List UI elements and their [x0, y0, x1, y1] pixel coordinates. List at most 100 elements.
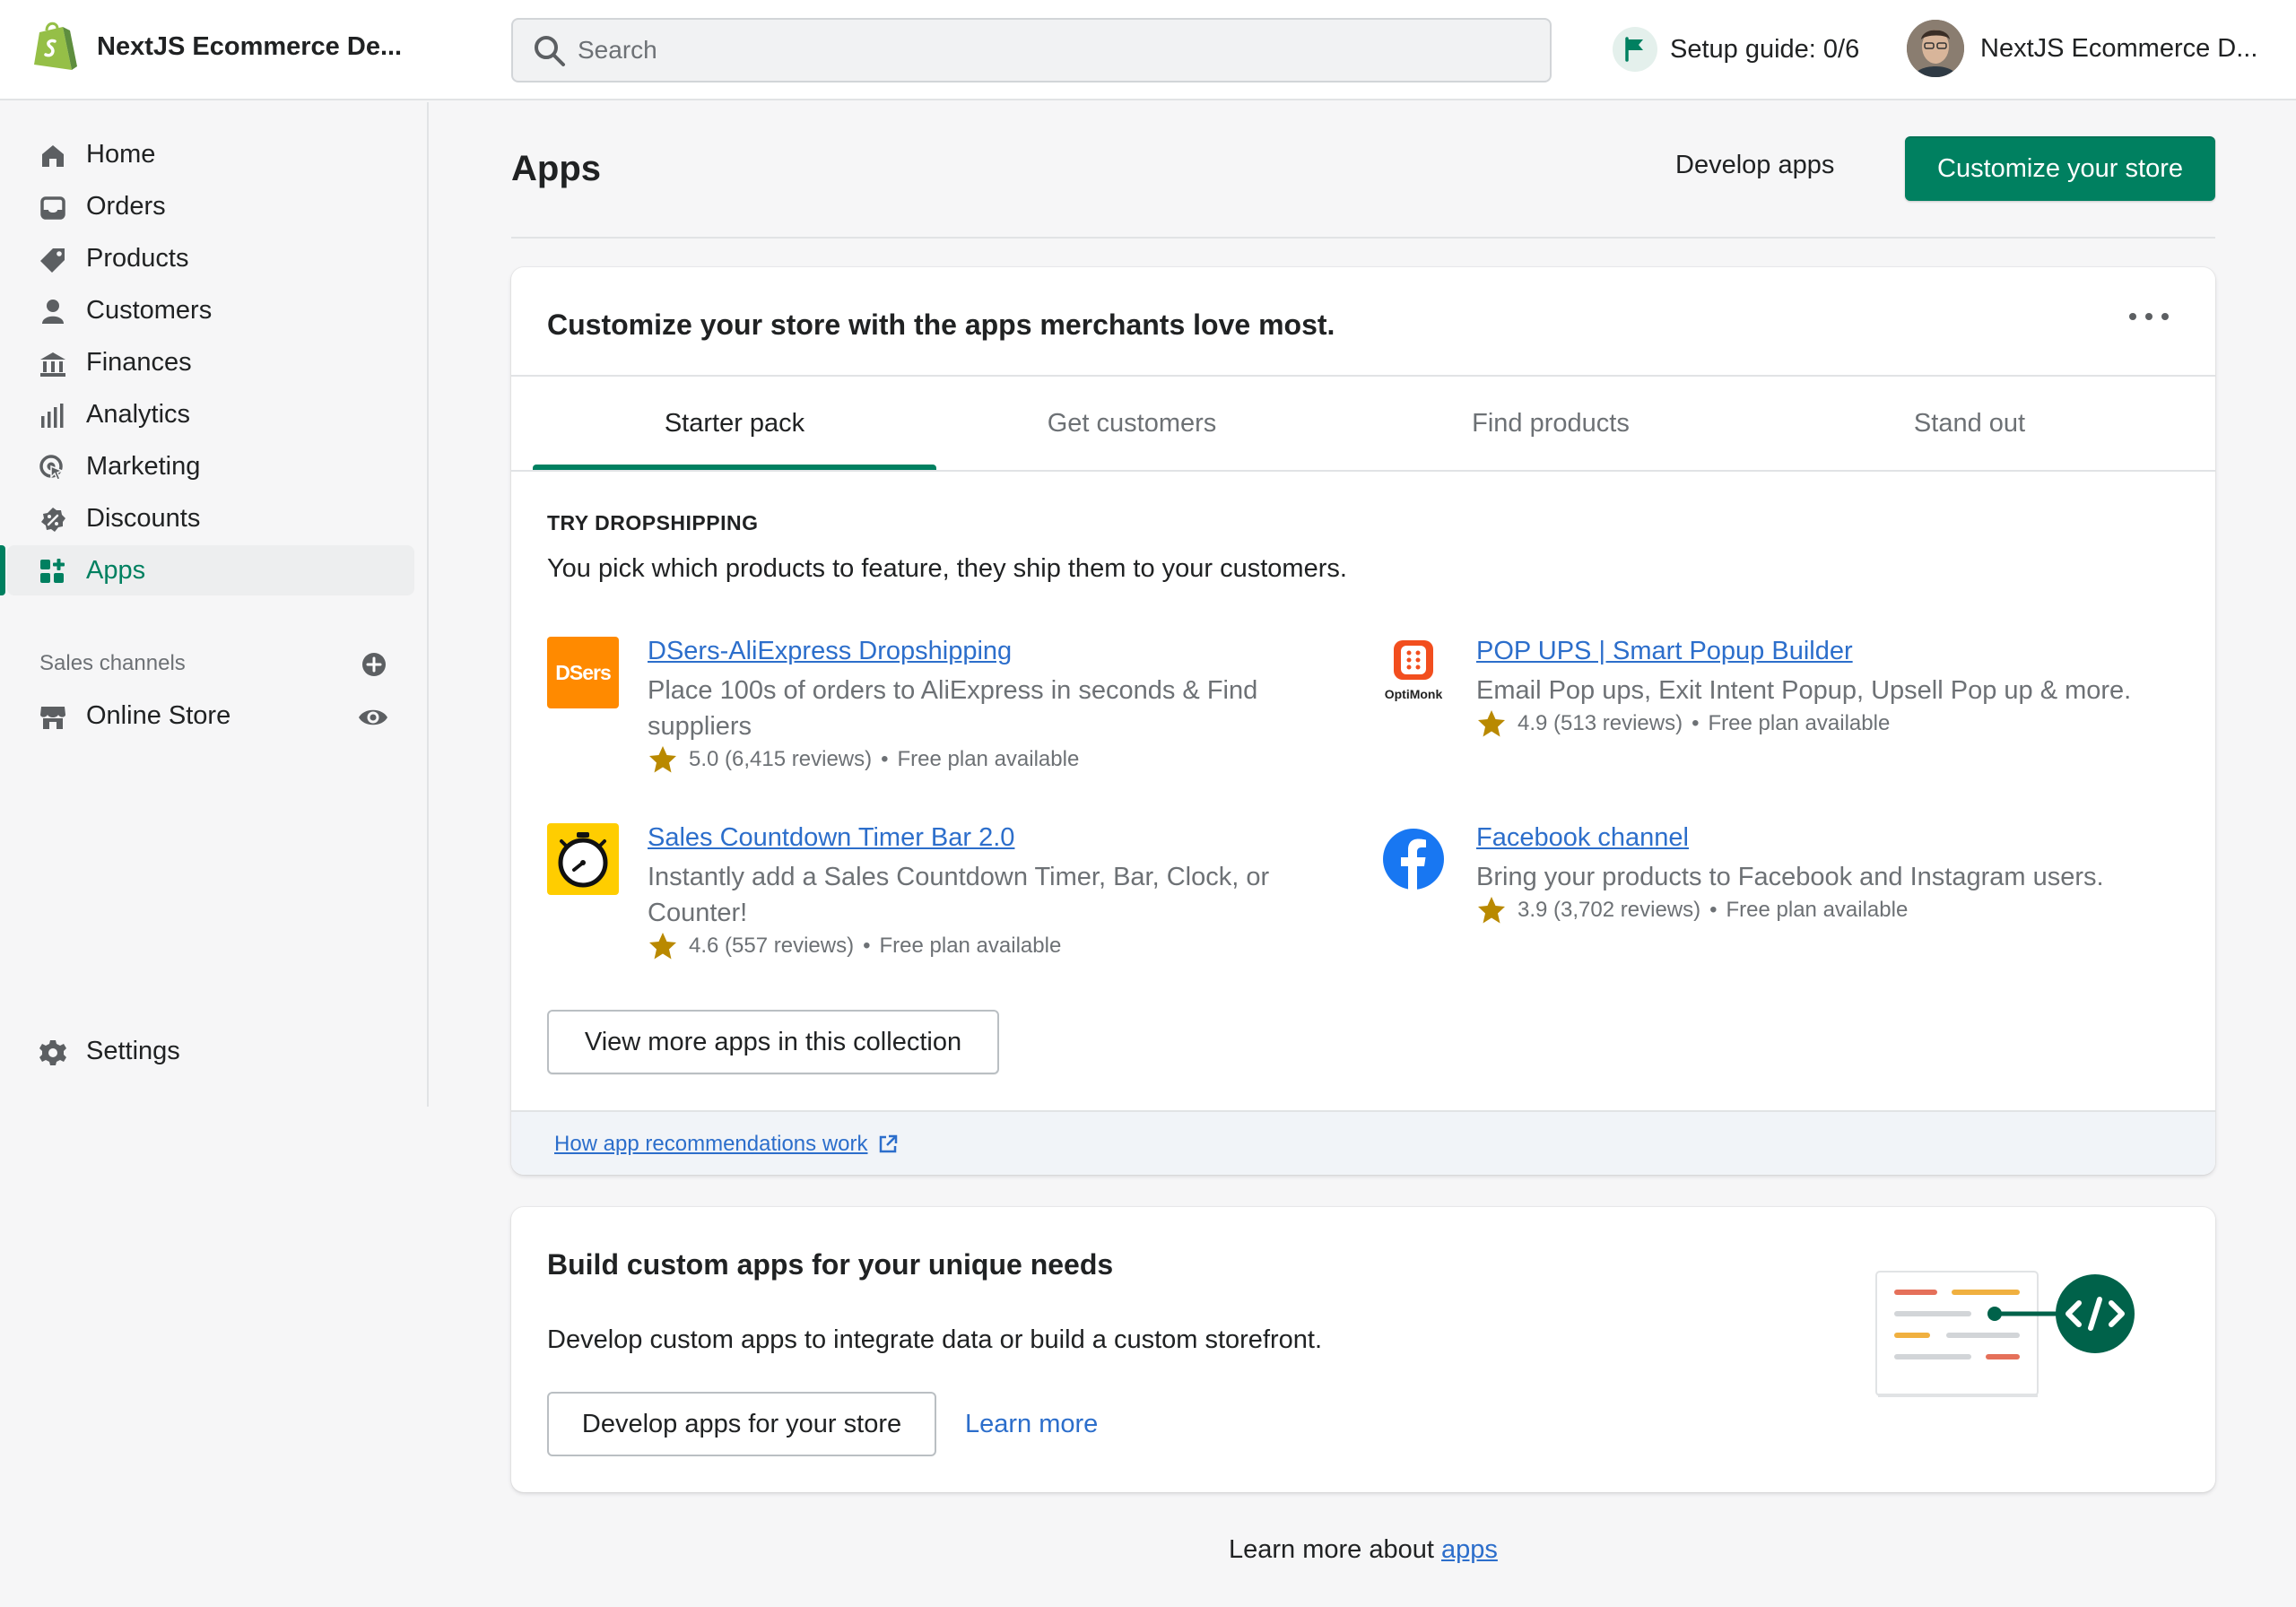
- sidebar: Home Orders Products Customers Finances: [0, 102, 429, 1107]
- custom-apps-description: Develop custom apps to integrate data or…: [547, 1325, 1323, 1354]
- sidebar-item-online-store[interactable]: Online Store: [0, 691, 414, 741]
- app-listing: DSers DSers-AliExpress Dropshipping Plac…: [547, 637, 1318, 780]
- apps-grid-icon: [40, 559, 65, 583]
- app-rating: 4.9 (513 reviews) • Free plan available: [1476, 708, 1890, 739]
- sidebar-item-customers[interactable]: Customers: [0, 285, 414, 335]
- app-listing: Sales Countdown Timer Bar 2.0 Instantly …: [547, 823, 1318, 967]
- review-count: (3,702 reviews): [1553, 898, 1701, 922]
- person-icon: [42, 300, 64, 324]
- sidebar-item-label: Discounts: [86, 504, 201, 533]
- sidebar-item-finances[interactable]: Finances: [0, 337, 414, 387]
- learn-more-prefix: Learn more about: [1229, 1535, 1434, 1564]
- account-name[interactable]: NextJS Ecommerce D...: [1980, 34, 2257, 64]
- top-bar: NextJS Ecommerce De... Setup guide: 0/6 …: [0, 0, 2296, 100]
- app-rating: 4.6 (557 reviews) • Free plan available: [648, 931, 1061, 961]
- search-input[interactable]: [578, 30, 1528, 70]
- review-count: (557 reviews): [725, 934, 855, 958]
- app-rating: 3.9 (3,702 reviews) • Free plan availabl…: [1476, 895, 1908, 925]
- external-link-icon: [879, 1134, 897, 1153]
- tab-label: Get customers: [1047, 408, 1217, 438]
- sidebar-item-label: Customers: [86, 296, 213, 325]
- app-name-link[interactable]: Facebook channel: [1476, 823, 1689, 853]
- star-icon: [649, 746, 676, 773]
- optimonk-logo-icon[interactable]: OptiMonk: [1378, 637, 1449, 708]
- flag-icon: [1613, 27, 1657, 72]
- avatar[interactable]: [1907, 20, 1964, 77]
- collection-heading: TRY DROPSHIPPING: [547, 511, 759, 534]
- view-more-apps-button[interactable]: View more apps in this collection: [547, 1010, 999, 1074]
- rating-value: 4.9: [1518, 711, 1548, 735]
- learn-more-about-apps: Learn more about apps: [1229, 1535, 1498, 1565]
- app-description: Bring your products to Facebook and Inst…: [1476, 863, 2104, 891]
- bank-icon: [40, 352, 65, 377]
- sidebar-item-label: Orders: [86, 192, 166, 221]
- eye-icon[interactable]: [357, 701, 389, 734]
- app-name-link[interactable]: POP UPS | Smart Popup Builder: [1476, 637, 1853, 666]
- sidebar-item-label: Online Store: [86, 701, 231, 730]
- sidebar-item-label: Home: [86, 140, 156, 169]
- setup-guide-button[interactable]: Setup guide: 0/6: [1613, 27, 1859, 72]
- how-recommendations-work-link[interactable]: How app recommendations work: [554, 1132, 899, 1157]
- tab-find-products[interactable]: Find products: [1349, 377, 1752, 470]
- plan-label: Free plan available: [897, 747, 1080, 771]
- dsers-logo-icon[interactable]: DSers: [547, 637, 619, 708]
- customize-store-button[interactable]: Customize your store: [1905, 136, 2215, 201]
- tab-get-customers[interactable]: Get customers: [930, 377, 1334, 470]
- sidebar-item-analytics[interactable]: Analytics: [0, 389, 414, 439]
- search-icon: [535, 36, 565, 66]
- sidebar-item-discounts[interactable]: Discounts: [0, 493, 414, 543]
- develop-apps-for-store-button[interactable]: Develop apps for your store: [547, 1392, 936, 1456]
- sidebar-item-orders[interactable]: Orders: [0, 181, 414, 231]
- star-icon: [1478, 710, 1505, 737]
- sales-channels-label: Sales channels: [39, 651, 186, 675]
- code-illustration-icon: [1875, 1271, 2135, 1397]
- sidebar-item-label: Settings: [86, 1037, 180, 1065]
- shopify-logo-icon[interactable]: [30, 20, 79, 74]
- app-name-link[interactable]: Sales Countdown Timer Bar 2.0: [648, 823, 1014, 853]
- store-name[interactable]: NextJS Ecommerce De...: [97, 32, 402, 62]
- sidebar-item-label: Products: [86, 244, 189, 273]
- recommendations-card: Customize your store with the apps merch…: [511, 267, 2215, 1175]
- tab-starter-pack[interactable]: Starter pack: [511, 377, 936, 470]
- review-count: (6,415 reviews): [725, 747, 873, 771]
- gear-icon: [39, 1040, 66, 1065]
- app-listing: OptiMonk POP UPS | Smart Popup Builder E…: [1378, 637, 2185, 762]
- app-name-link[interactable]: DSers-AliExpress Dropshipping: [648, 637, 1012, 666]
- inbox-icon: [40, 196, 65, 220]
- divider: [511, 470, 2215, 472]
- facebook-icon[interactable]: [1378, 823, 1449, 895]
- tag-icon: [40, 248, 65, 273]
- custom-apps-card: Build custom apps for your unique needs …: [511, 1207, 2215, 1492]
- plan-label: Free plan available: [879, 934, 1062, 958]
- store-icon: [40, 707, 65, 729]
- recommendations-heading: Customize your store with the apps merch…: [547, 308, 1335, 341]
- app-description: Instantly add a Sales Countdown Timer, B…: [648, 863, 1270, 927]
- tab-label: Find products: [1472, 408, 1630, 438]
- collection-description: You pick which products to feature, they…: [547, 554, 1347, 583]
- apps-help-link[interactable]: apps: [1441, 1535, 1498, 1564]
- tab-stand-out[interactable]: Stand out: [1768, 377, 2171, 470]
- sidebar-item-marketing[interactable]: Marketing: [0, 441, 414, 491]
- title-divider: [511, 237, 2215, 239]
- star-icon: [649, 933, 676, 960]
- link-label: How app recommendations work: [554, 1132, 868, 1156]
- rating-value: 4.6: [689, 934, 719, 958]
- stopwatch-icon[interactable]: [547, 823, 619, 895]
- sidebar-item-apps[interactable]: Apps: [0, 545, 414, 595]
- target-icon: [39, 455, 64, 481]
- plus-circle-icon[interactable]: [359, 649, 389, 680]
- setup-guide-label: Setup guide: 0/6: [1670, 34, 1860, 64]
- sidebar-item-products[interactable]: Products: [0, 233, 414, 283]
- app-description: Email Pop ups, Exit Intent Popup, Upsell…: [1476, 676, 2132, 705]
- develop-apps-button[interactable]: Develop apps: [1675, 151, 1834, 180]
- sidebar-item-home[interactable]: Home: [0, 129, 414, 179]
- plan-label: Free plan available: [1708, 711, 1891, 735]
- app-description: Place 100s of orders to AliExpress in se…: [648, 676, 1258, 741]
- learn-more-link[interactable]: Learn more: [965, 1410, 1098, 1439]
- tab-label: Starter pack: [664, 408, 805, 438]
- custom-apps-heading: Build custom apps for your unique needs: [547, 1248, 1114, 1281]
- sidebar-item-label: Finances: [86, 348, 192, 377]
- search-bar[interactable]: [511, 18, 1552, 83]
- sidebar-item-settings[interactable]: Settings: [0, 1026, 414, 1076]
- more-horizontal-icon[interactable]: [2129, 303, 2169, 330]
